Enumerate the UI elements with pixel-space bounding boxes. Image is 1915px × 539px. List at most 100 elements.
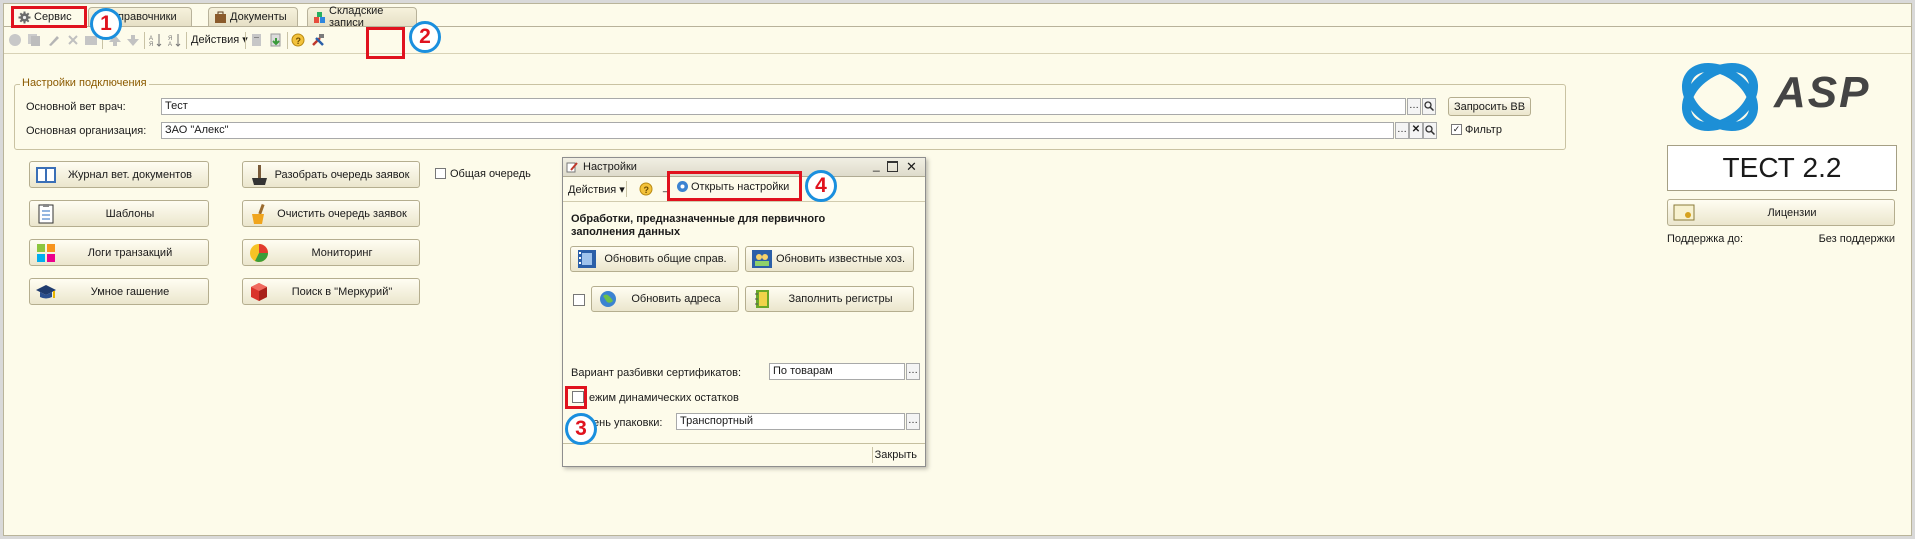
asp-logo-text: ASP (1774, 68, 1871, 117)
chevron-down-icon: ▾ (239, 34, 248, 46)
add-icon[interactable] (8, 33, 22, 47)
connection-settings-title: Настройки подключения (20, 77, 149, 89)
toolbar-separator (186, 32, 187, 49)
update-addresses-checkbox[interactable] (573, 294, 585, 306)
dialog-footer: Закрыть (563, 443, 925, 466)
parse-queue-label: Разобрать очередь заявок (274, 168, 410, 181)
search-icon[interactable] (1423, 122, 1437, 139)
cube-icon (247, 281, 271, 303)
tab-documents-label: Документы (230, 11, 287, 23)
dialog-title: Настройки (583, 161, 637, 173)
section-title: Обработки, предназначенные для первичног… (571, 213, 826, 238)
main-toolbar: АЯ ЯА Действия ▾ ? (4, 28, 1911, 54)
notebook-icon (750, 288, 774, 310)
fill-registers-button[interactable]: Заполнить регистры (745, 286, 914, 312)
split-select-button[interactable]: … (906, 363, 920, 380)
support-value: Без поддержки (1818, 233, 1895, 245)
parse-queue-button[interactable]: Разобрать очередь заявок (242, 161, 420, 188)
templates-button[interactable]: Шаблоны (29, 200, 209, 227)
pie-chart-icon (247, 242, 271, 264)
help-icon[interactable]: ? (291, 33, 305, 47)
request-vv-label: Запросить ВВ (1453, 100, 1526, 113)
vet-select-button[interactable]: … (1407, 98, 1421, 115)
request-vv-button[interactable]: Запросить ВВ (1448, 97, 1531, 116)
sort-desc-icon[interactable]: ЯА (168, 33, 182, 47)
print-icon[interactable] (250, 33, 264, 47)
copy-icon[interactable] (27, 33, 41, 47)
search-icon[interactable] (1422, 98, 1436, 115)
org-field[interactable]: ЗАО "Алекс" (161, 122, 1394, 139)
actions-menu[interactable]: Действия ▾ (191, 33, 248, 46)
annotation-box-2 (366, 27, 405, 59)
clipboard-icon (34, 203, 58, 225)
templates-label: Шаблоны (105, 207, 155, 220)
delete-icon[interactable] (66, 33, 80, 47)
dialog-actions-menu[interactable]: Действия ▾ (568, 183, 625, 196)
split-field[interactable]: По товарам (769, 363, 905, 380)
search-mercury-button[interactable]: Поиск в "Меркурий" (242, 278, 420, 305)
pack-level-select-button[interactable]: … (906, 413, 920, 430)
licenses-button[interactable]: Лицензии (1667, 199, 1895, 226)
version-label: ТЕСТ 2.2 (1722, 152, 1842, 183)
org-label: Основная организация: (26, 125, 147, 137)
annotation-box-1 (11, 6, 87, 28)
journal-button[interactable]: Журнал вет. документов (29, 161, 209, 188)
version-box: ТЕСТ 2.2 (1667, 145, 1897, 191)
org-select-button[interactable]: … (1395, 122, 1409, 139)
edit-icon[interactable] (47, 33, 61, 47)
logs-button[interactable]: Логи транзакций (29, 239, 209, 266)
filter-label: Фильтр (1465, 124, 1502, 136)
smart-repay-button[interactable]: Умное гашение (29, 278, 209, 305)
update-common-refs-button[interactable]: Обновить общие справ. (570, 246, 739, 272)
import-icon[interactable] (269, 33, 283, 47)
licenses-label: Лицензии (1767, 206, 1817, 219)
puzzle-icon (34, 242, 58, 264)
clear-icon[interactable]: ✕ (1409, 122, 1423, 139)
graduation-cap-icon (34, 281, 58, 303)
common-queue-label: Общая очередь (450, 168, 531, 180)
briefcase-icon (214, 11, 227, 24)
settings-dialog: Настройки _ ✕ Действия ▾ ? _ Открыть нас… (562, 157, 926, 467)
footer-separator (872, 447, 873, 463)
minimize-icon[interactable]: _ (873, 158, 880, 172)
clear-queue-button[interactable]: Очистить очередь заявок (242, 200, 420, 227)
monitoring-label: Мониторинг (311, 246, 373, 259)
annotation-box-3 (565, 386, 587, 409)
update-addresses-label: Обновить адреса (631, 293, 721, 305)
annotation-box-4 (667, 171, 802, 201)
svg-text:?: ? (644, 185, 650, 195)
tools-icon[interactable] (311, 33, 325, 47)
help-icon[interactable]: ? (639, 182, 653, 196)
users-icon (750, 248, 774, 270)
journal-label: Журнал вет. документов (67, 168, 193, 181)
close-button[interactable]: Закрыть (875, 449, 917, 461)
chevron-down-icon: ▾ (616, 184, 625, 196)
common-queue-checkbox[interactable] (435, 168, 446, 179)
fill-registers-label: Заполнить регистры (788, 293, 893, 305)
move-down-icon[interactable] (126, 33, 140, 47)
filter-checkbox[interactable]: ✓ (1451, 124, 1462, 135)
smart-repay-label: Умное гашение (90, 285, 170, 298)
monitoring-button[interactable]: Мониторинг (242, 239, 420, 266)
update-addresses-button[interactable]: Обновить адреса (591, 286, 739, 312)
tab-documents[interactable]: Документы (208, 7, 298, 26)
toolbar-separator (287, 32, 288, 49)
toolbar-separator (626, 181, 627, 197)
connection-settings-group (14, 84, 1566, 150)
sort-asc-icon[interactable]: АЯ (149, 33, 163, 47)
actions-menu-label: Действия (191, 34, 240, 46)
svg-text:?: ? (296, 36, 302, 46)
toolbar-separator (144, 32, 145, 49)
annotation-badge-3: 3 (565, 413, 597, 445)
tab-warehouse-records[interactable]: Складские записи (307, 5, 417, 29)
pack-level-field[interactable]: Транспортный (676, 413, 905, 430)
close-icon[interactable]: ✕ (906, 159, 917, 175)
maximize-icon[interactable] (887, 161, 898, 172)
certificate-icon (1672, 202, 1696, 224)
toolbar-separator (245, 32, 246, 49)
film-icon (575, 248, 599, 270)
update-known-owners-button[interactable]: Обновить известные хоз. (745, 246, 914, 272)
settings-edit-icon (566, 162, 578, 173)
svg-text:Я: Я (149, 42, 153, 47)
vet-field[interactable]: Тест (161, 98, 1406, 115)
